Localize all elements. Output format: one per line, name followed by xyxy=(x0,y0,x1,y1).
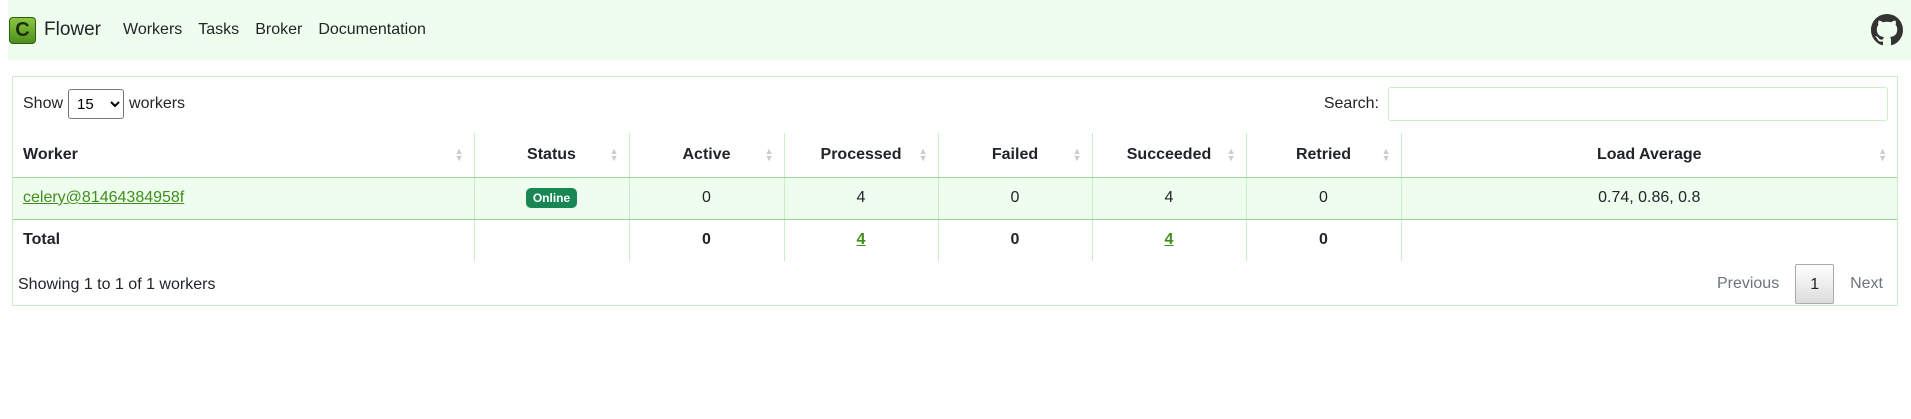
status-badge: Online xyxy=(525,188,578,208)
nav-link-broker[interactable]: Broker xyxy=(255,21,302,39)
workers-panel: Show 15 workers Search: Worker ▲ ▼ Status… xyxy=(12,76,1898,306)
column-header-label: Failed xyxy=(991,145,1039,163)
total-processed-cell: 4 xyxy=(784,219,939,261)
brand-link[interactable]: C Flower xyxy=(9,16,102,44)
previous-button[interactable]: Previous xyxy=(1705,264,1791,304)
column-header-label: Worker xyxy=(23,145,78,163)
next-button[interactable]: Next xyxy=(1838,264,1895,304)
show-label: Show xyxy=(23,95,64,112)
total-load-average-cell xyxy=(1401,219,1897,261)
github-icon[interactable] xyxy=(1871,14,1903,46)
table-header-row: Worker ▲ ▼ Status ▲ ▼ Active ▲ ▼ Processed … xyxy=(13,133,1897,178)
page-length-select[interactable]: 15 xyxy=(68,89,125,119)
total-status-cell xyxy=(474,219,630,261)
column-header-processed[interactable]: Processed ▲ ▼ xyxy=(784,133,939,178)
navbar: C Flower Workers Tasks Broker Documentat… xyxy=(8,0,1911,60)
total-retried: 0 xyxy=(1246,219,1402,261)
total-label: Total xyxy=(13,219,475,261)
nav-link-tasks[interactable]: Tasks xyxy=(198,21,239,39)
search-label: Search: xyxy=(1323,95,1379,112)
workers-table: Worker ▲ ▼ Status ▲ ▼ Active ▲ ▼ Processed … xyxy=(13,133,1897,261)
total-active: 0 xyxy=(629,219,785,261)
active-cell: 0 xyxy=(629,177,785,220)
retried-cell: 0 xyxy=(1246,177,1402,220)
show-suffix: workers xyxy=(129,95,186,112)
sort-icon: ▲ ▼ xyxy=(1072,145,1082,163)
total-failed: 0 xyxy=(938,219,1093,261)
total-row: Total 0 4 0 4 0 xyxy=(13,219,1897,261)
total-succeeded-cell: 4 xyxy=(1092,219,1247,261)
column-header-worker[interactable]: Worker ▲ ▼ xyxy=(13,133,475,178)
column-header-status[interactable]: Status ▲ ▼ xyxy=(474,133,630,178)
load-average-cell: 0.74, 0.86, 0.8 xyxy=(1401,177,1897,220)
celery-logo-icon: C xyxy=(9,16,36,44)
column-header-label: Status xyxy=(527,145,576,163)
search-control: Search: xyxy=(1324,87,1888,121)
nav-link-documentation[interactable]: Documentation xyxy=(318,21,426,39)
sort-icon: ▲ ▼ xyxy=(609,145,619,163)
column-header-label: Load Average xyxy=(1596,145,1702,163)
column-header-label: Retried xyxy=(1295,145,1352,163)
failed-cell: 0 xyxy=(938,177,1093,220)
column-header-succeeded[interactable]: Succeeded ▲ ▼ xyxy=(1092,133,1247,178)
sort-icon: ▲ ▼ xyxy=(1381,145,1391,163)
worker-cell: celery@81464384958f xyxy=(13,177,475,220)
table-row: celery@81464384958f Online 0 4 0 4 0 0.7… xyxy=(13,177,1897,220)
succeeded-cell: 4 xyxy=(1092,177,1247,220)
total-succeeded-link[interactable]: 4 xyxy=(1165,231,1174,248)
column-header-label: Processed xyxy=(820,145,902,163)
column-header-label: Succeeded xyxy=(1126,145,1212,163)
sort-icon: ▲ ▼ xyxy=(1226,145,1236,163)
worker-link[interactable]: celery@81464384958f xyxy=(23,189,184,206)
processed-cell: 4 xyxy=(784,177,939,220)
sort-icon: ▲ ▼ xyxy=(764,145,774,163)
brand-name: Flower xyxy=(44,19,102,40)
sort-icon: ▲ ▼ xyxy=(1878,145,1887,163)
column-header-failed[interactable]: Failed ▲ ▼ xyxy=(938,133,1093,178)
nav-link-workers[interactable]: Workers xyxy=(123,21,182,39)
table-info: Showing 1 to 1 of 1 workers xyxy=(18,276,216,293)
pagination: Previous 1 Next xyxy=(1705,264,1895,304)
search-input[interactable] xyxy=(1388,87,1888,121)
status-cell: Online xyxy=(474,177,630,220)
column-header-retried[interactable]: Retried ▲ ▼ xyxy=(1246,133,1402,178)
column-header-load-average[interactable]: Load Average ▲ ▼ xyxy=(1401,133,1897,178)
page-button-1[interactable]: 1 xyxy=(1795,264,1835,304)
page-length-control: Show 15 workers xyxy=(23,89,185,119)
total-processed-link[interactable]: 4 xyxy=(857,231,866,248)
sort-icon: ▲ ▼ xyxy=(454,145,464,163)
column-header-active[interactable]: Active ▲ ▼ xyxy=(629,133,785,178)
sort-icon: ▲ ▼ xyxy=(918,145,928,163)
column-header-label: Active xyxy=(682,145,731,163)
